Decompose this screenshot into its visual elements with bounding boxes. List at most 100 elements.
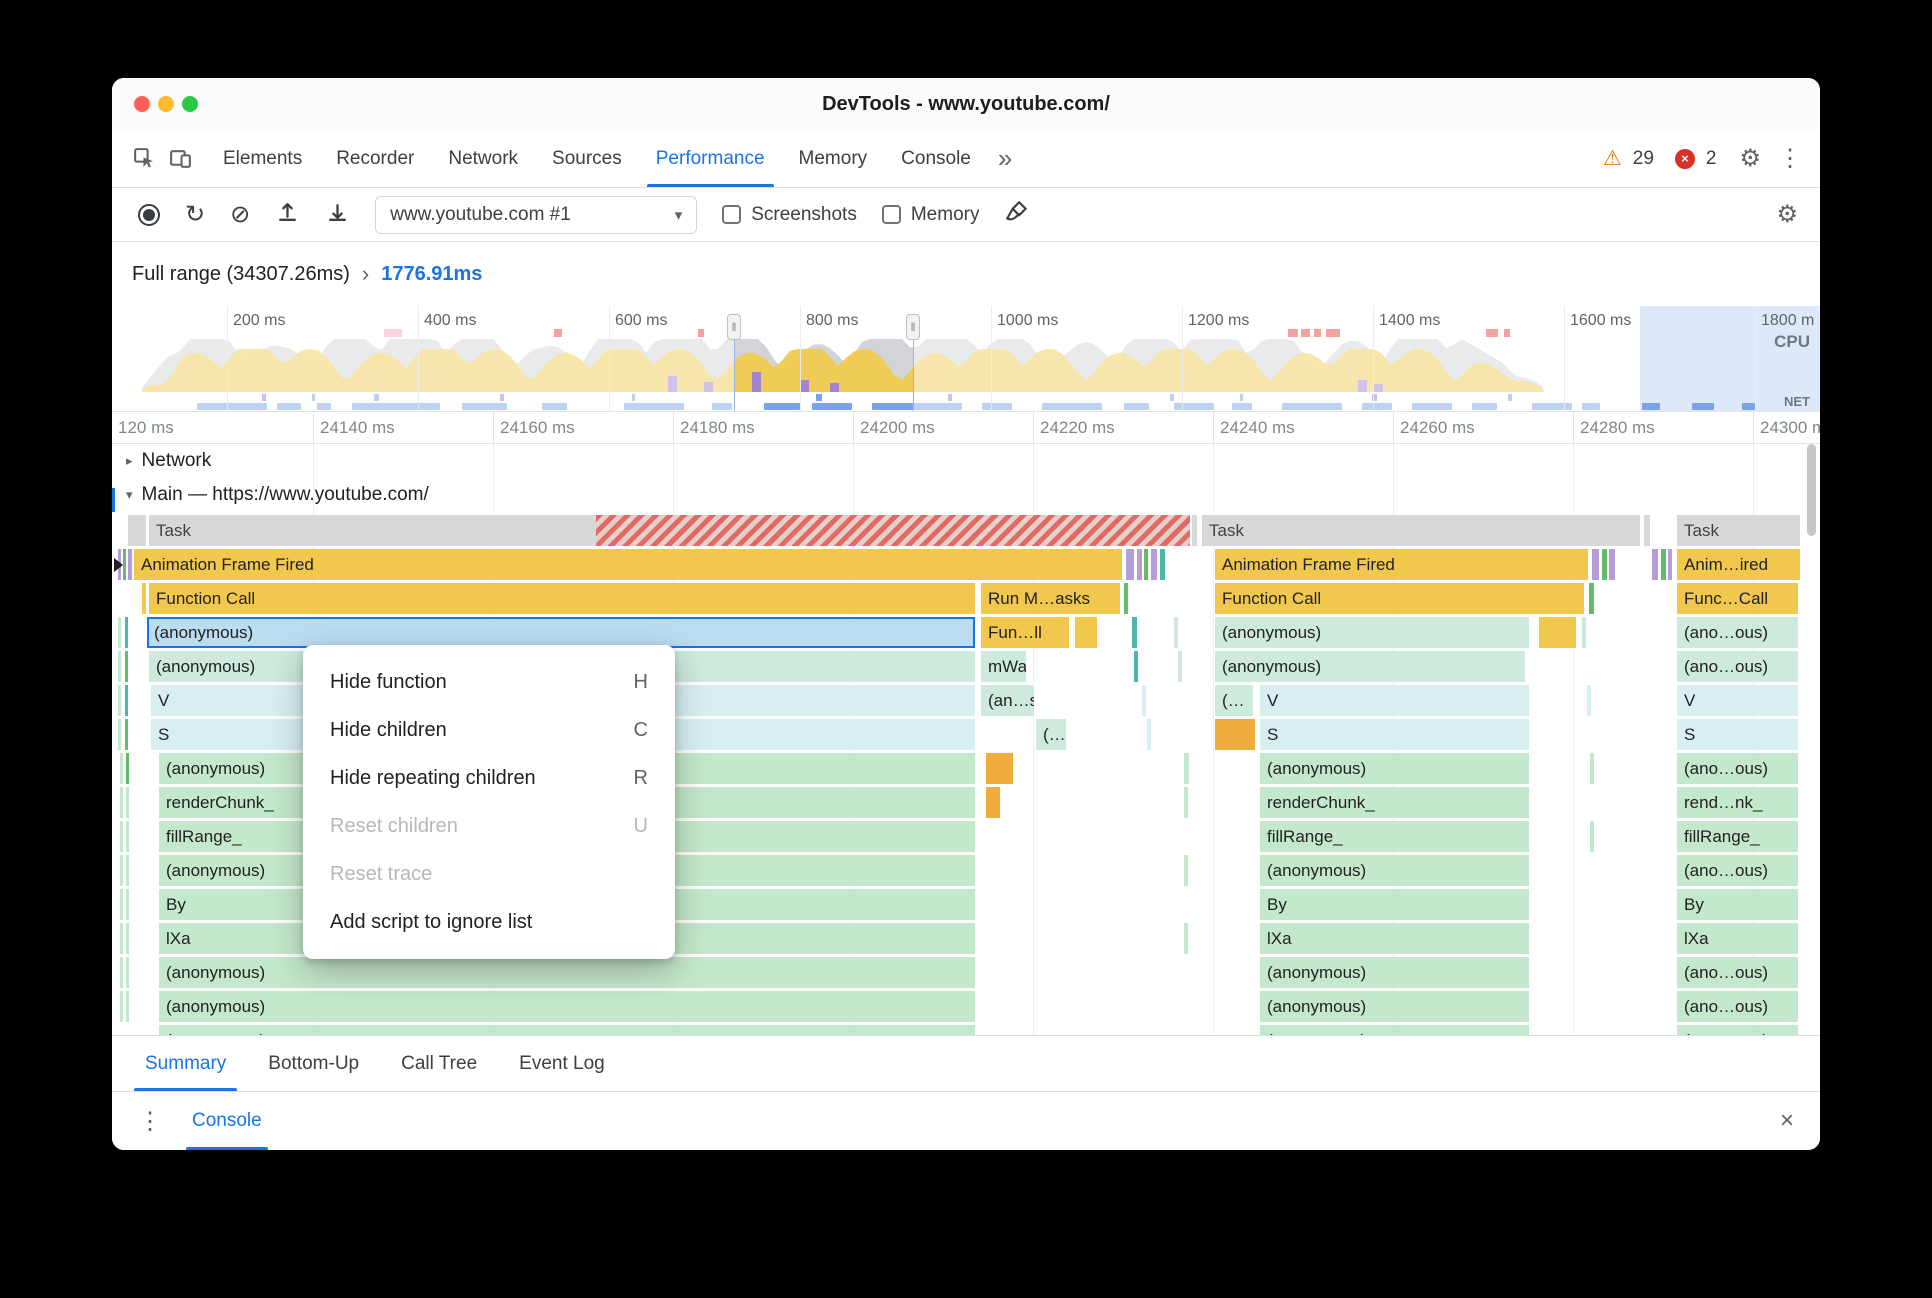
flame-sliver[interactable] <box>1668 549 1672 580</box>
flame-sliver[interactable] <box>1132 617 1137 648</box>
flame-bar-fillrange[interactable]: fillRange_ <box>1677 821 1798 852</box>
load-profile-icon[interactable] <box>275 200 300 230</box>
flame-bar-anonymous[interactable]: (anonymous) <box>1215 617 1529 648</box>
flame-sliver[interactable] <box>126 787 129 818</box>
flame-bar-[interactable]: (… <box>1215 685 1253 716</box>
flame-bar-function-call[interactable]: Function Call <box>1215 583 1584 614</box>
flame-sliver[interactable] <box>1147 719 1151 750</box>
flame-bar-function-call[interactable]: Function Call <box>149 583 975 614</box>
tab-memory[interactable]: Memory <box>782 130 885 187</box>
history-select[interactable]: www.youtube.com #1 ▾ <box>375 195 698 234</box>
flame-sliver[interactable] <box>1137 549 1142 580</box>
flame-bar-an-s[interactable]: (an…s) <box>981 685 1034 716</box>
flame-sliver[interactable] <box>126 821 129 852</box>
breadcrumb-full-range[interactable]: Full range (34307.26ms) <box>132 263 350 286</box>
flame-sliver[interactable] <box>120 855 123 886</box>
flame-bar-run-m-asks[interactable]: Run M…asks <box>981 583 1120 614</box>
flame-bar-anonymous[interactable]: (anonymous) <box>159 991 975 1022</box>
flame-sliver[interactable] <box>1124 583 1128 614</box>
flame-bar-rend-nk[interactable]: rend…nk_ <box>1677 787 1798 818</box>
flame-bar[interactable] <box>1539 617 1576 648</box>
flame-sliver[interactable] <box>126 753 129 784</box>
flame-sliver[interactable] <box>1184 855 1188 886</box>
capture-settings-gear-icon[interactable]: ⚙ <box>1776 200 1798 229</box>
flame-sliver[interactable] <box>128 549 132 580</box>
drawer-tab-console[interactable]: Console <box>182 1092 272 1150</box>
flame-bar-anonymous[interactable]: (anonymous) <box>1260 991 1529 1022</box>
flame-sliver[interactable] <box>120 923 123 954</box>
flame-bar-lxa[interactable]: lXa <box>1677 923 1798 954</box>
flame-sliver[interactable] <box>1144 549 1148 580</box>
flame-bar-[interactable]: (… <box>1036 719 1066 750</box>
drawer-menu-kebab-icon[interactable]: ⋮ <box>120 1107 176 1136</box>
flame-bar-task[interactable]: Task <box>1677 515 1800 546</box>
flame-sliver[interactable] <box>118 651 121 682</box>
menu-item-hide-function[interactable]: Hide function H <box>303 658 675 706</box>
close-drawer-icon[interactable]: × <box>1780 1107 1794 1135</box>
flame-bar[interactable] <box>596 515 1190 546</box>
memory-checkbox-group[interactable]: Memory <box>881 204 979 226</box>
flame-bar-v[interactable]: V <box>1260 685 1529 716</box>
flame-bar-task[interactable]: Task <box>149 515 596 546</box>
flame-bar-ano-ous[interactable]: (ano…ous) <box>1677 855 1798 886</box>
flame-bar-anim-ired[interactable]: Anim…ired <box>1677 549 1800 580</box>
device-toolbar-icon[interactable] <box>162 141 198 177</box>
more-tabs-icon[interactable]: » <box>988 143 1022 174</box>
flame-bar-anonymous[interactable]: (anonymous) <box>159 1025 975 1035</box>
flame-bar-s[interactable]: S <box>1677 719 1798 750</box>
record-button[interactable] <box>138 203 160 226</box>
inspect-element-icon[interactable] <box>126 141 162 177</box>
flame-sliver[interactable] <box>120 821 123 852</box>
flame-bar-s[interactable]: S <box>1260 719 1529 750</box>
flame-sliver[interactable] <box>126 957 129 988</box>
flame-bar-func-call[interactable]: Func…Call <box>1677 583 1798 614</box>
flame-sliver[interactable] <box>1160 549 1165 580</box>
details-tab-event-log[interactable]: Event Log <box>498 1036 626 1091</box>
flame-bar-ano-ous[interactable]: (ano…ous) <box>1677 991 1798 1022</box>
flame-sliver[interactable] <box>118 617 121 648</box>
flame-bar-anonymous[interactable]: (anonymous) <box>1260 957 1529 988</box>
screenshots-checkbox-group[interactable]: Screenshots <box>722 204 857 226</box>
vertical-scrollbar-thumb[interactable] <box>1807 444 1816 536</box>
save-profile-icon[interactable] <box>325 200 350 230</box>
flame-sliver[interactable] <box>118 719 121 750</box>
flame-sliver[interactable] <box>120 787 123 818</box>
selection-left-handle[interactable]: ‖ <box>727 314 741 340</box>
error-count[interactable]: 2 <box>1706 148 1717 170</box>
flame-sliver[interactable] <box>1644 515 1650 546</box>
error-icon[interactable]: × <box>1674 148 1695 169</box>
menu-item-add-script-to-ignore-list[interactable]: Add script to ignore list <box>303 898 675 946</box>
flame-bar[interactable] <box>986 753 1000 784</box>
flame-bar[interactable] <box>1215 719 1255 750</box>
flame-bar-ano-ous[interactable]: (ano…ous) <box>1677 753 1798 784</box>
flame-bar[interactable] <box>999 753 1013 784</box>
flame-sliver[interactable] <box>1602 549 1607 580</box>
flame-bar-anonymous[interactable]: (anonymous) <box>1260 855 1529 886</box>
flame-sliver[interactable] <box>1582 617 1586 648</box>
flame-bar[interactable] <box>128 515 146 546</box>
flame-sliver[interactable] <box>1151 549 1157 580</box>
flame-sliver[interactable] <box>1184 753 1189 784</box>
flame-sliver[interactable] <box>126 923 129 954</box>
flame-bar-fillrange[interactable]: fillRange_ <box>1260 821 1529 852</box>
main-track-header[interactable]: ▾ Main — https://www.youtube.com/ <box>126 484 429 506</box>
flame-sliver[interactable] <box>1126 549 1134 580</box>
flame-bar-ano-ous[interactable]: (ano…ous) <box>1677 957 1798 988</box>
flame-bar-v[interactable]: V <box>1677 685 1798 716</box>
details-tab-bottom-up[interactable]: Bottom-Up <box>247 1036 380 1091</box>
flame-sliver[interactable] <box>126 889 129 920</box>
flame-bar-renderchunk[interactable]: renderChunk_ <box>1260 787 1529 818</box>
flame-sliver[interactable] <box>1590 821 1594 852</box>
flame-bar-task[interactable]: Task <box>1202 515 1640 546</box>
warning-count[interactable]: 29 <box>1633 148 1654 170</box>
reload-and-record-icon[interactable]: ↻ <box>185 202 205 227</box>
tab-console[interactable]: Console <box>884 130 988 187</box>
network-track-header[interactable]: ▸ Network <box>126 450 211 472</box>
tab-recorder[interactable]: Recorder <box>319 130 431 187</box>
flame-bar-anonymous[interactable]: (anonymous) <box>1260 753 1529 784</box>
garbage-collect-icon[interactable] <box>1004 199 1030 230</box>
flame-sliver[interactable] <box>118 685 121 716</box>
flame-sliver[interactable] <box>1178 651 1182 682</box>
flame-sliver[interactable] <box>120 991 123 1022</box>
flame-sliver[interactable] <box>123 549 126 580</box>
